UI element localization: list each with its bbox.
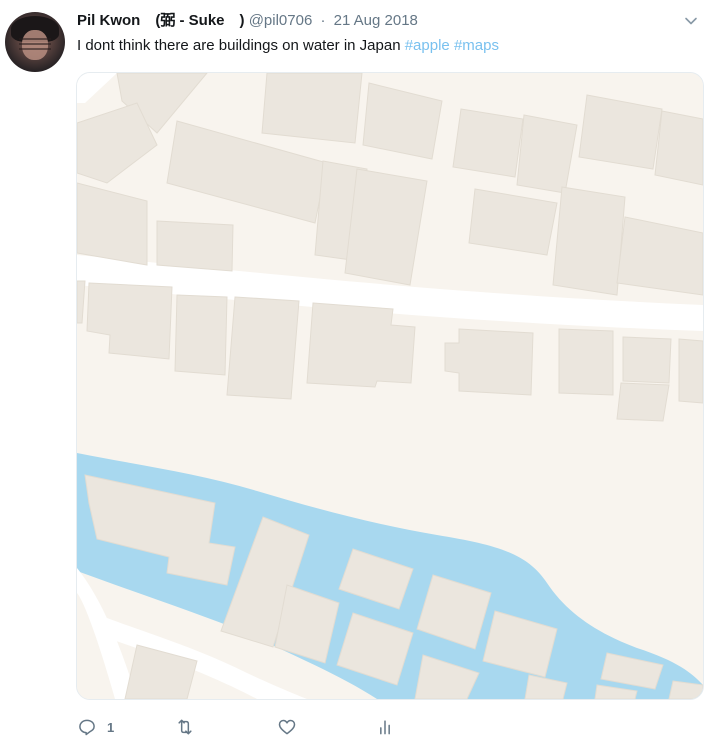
- map-building: [452, 108, 524, 178]
- avatar-face: [22, 30, 48, 60]
- map-building: [654, 110, 703, 186]
- analytics-icon: [380, 720, 390, 735]
- tweet-date[interactable]: 21 Aug 2018: [334, 12, 418, 29]
- hashtag-apple[interactable]: #apple: [405, 37, 450, 54]
- tweet-image-map[interactable]: [76, 72, 704, 700]
- map-building: [552, 186, 626, 296]
- author-name[interactable]: Pil Kwon (弼 - Suke ): [77, 12, 245, 29]
- map-building: [558, 328, 614, 396]
- avatar[interactable]: [5, 12, 65, 72]
- tweet-text: I dont think there are buildings on wate…: [77, 35, 499, 57]
- reply-icon: [79, 719, 95, 736]
- map-building: [156, 220, 234, 272]
- map-building: [622, 336, 672, 384]
- author-handle[interactable]: @pil0706: [249, 12, 313, 29]
- map-building: [226, 296, 300, 400]
- avatar-mask-line: [19, 48, 51, 50]
- reply-count: 1: [107, 719, 115, 735]
- separator-dot: ·: [320, 12, 326, 29]
- retweet-icon: [178, 719, 192, 735]
- avatar-mask-line: [19, 43, 51, 45]
- reply-button[interactable]: 1: [77, 716, 114, 738]
- map-building: [678, 338, 703, 404]
- chevron-down-icon[interactable]: [684, 14, 698, 28]
- map-building: [261, 73, 363, 144]
- map-illustration: [77, 73, 703, 699]
- hashtag-maps[interactable]: #maps: [454, 37, 499, 54]
- tweet-header: Pil Kwon (弼 - Suke ) @pil0706 · 21 Aug 2…: [77, 10, 418, 32]
- tweet-card[interactable]: Pil Kwon (弼 - Suke ) @pil0706 · 21 Aug 2…: [0, 0, 714, 750]
- retweet-button[interactable]: [175, 716, 205, 738]
- analytics-button[interactable]: [375, 716, 395, 738]
- heart-icon: [278, 719, 296, 735]
- map-building: [174, 294, 228, 376]
- tweet-actions: 1: [77, 712, 477, 742]
- like-button[interactable]: [277, 716, 307, 738]
- map-building: [616, 382, 670, 422]
- avatar-mask-line: [19, 38, 51, 40]
- tweet-body: I dont think there are buildings on wate…: [77, 37, 401, 54]
